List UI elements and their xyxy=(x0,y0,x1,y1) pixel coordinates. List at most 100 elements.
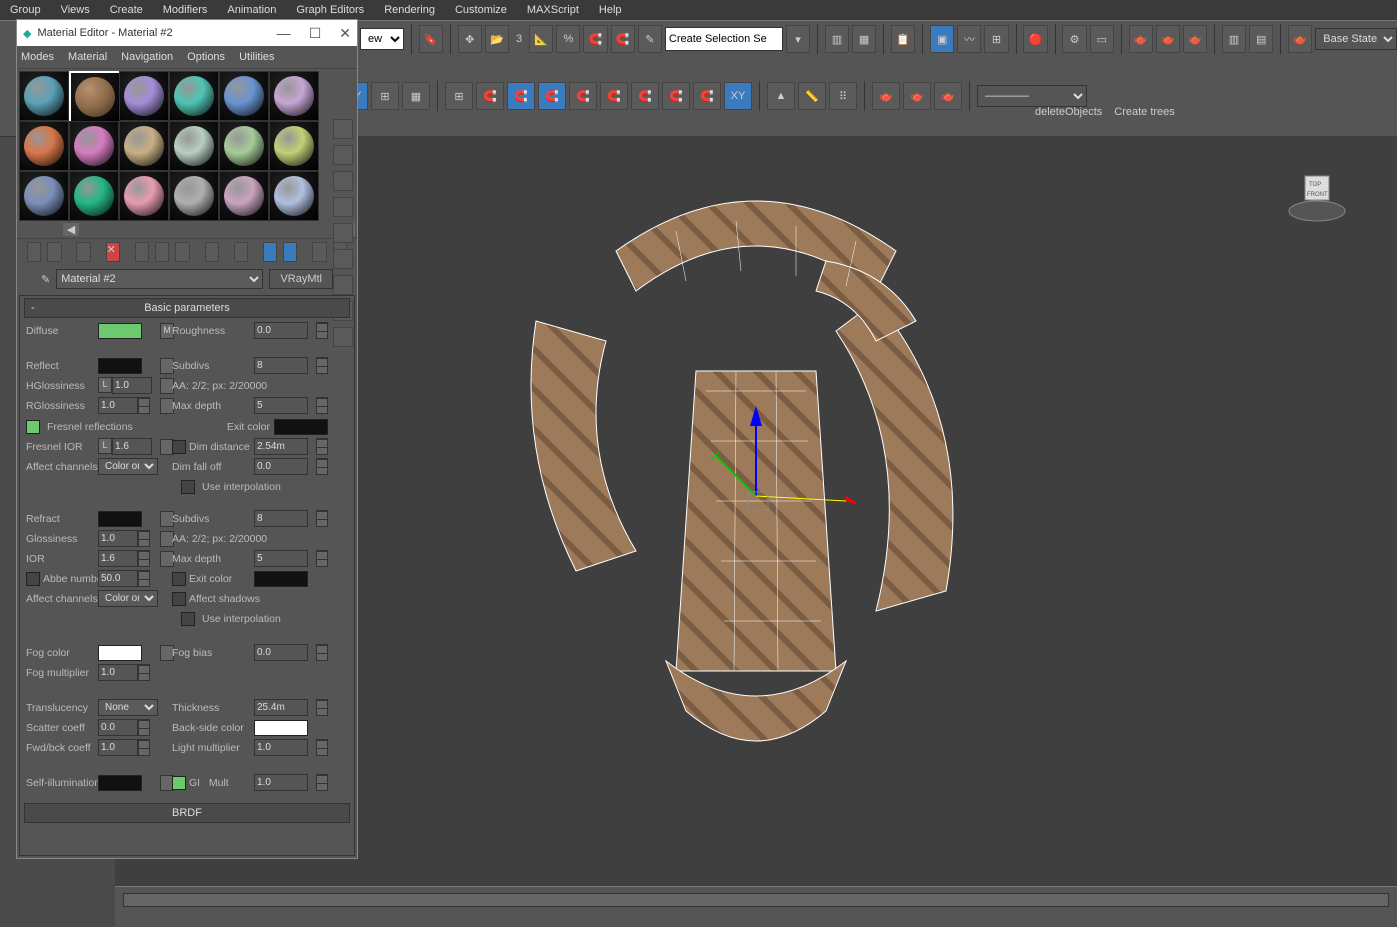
menu-modifiers[interactable]: Modifiers xyxy=(153,1,218,19)
menu-create[interactable]: Create xyxy=(100,1,153,19)
make-unique-icon[interactable] xyxy=(155,242,169,262)
snap-edge-icon[interactable]: 🧲 xyxy=(507,82,535,110)
timeline[interactable] xyxy=(115,886,1397,927)
lightmult-spinner[interactable] xyxy=(254,739,308,756)
snap-e-icon[interactable]: 🧲 xyxy=(693,82,721,110)
sample-uv-icon[interactable] xyxy=(333,197,353,217)
dots-icon[interactable]: ⠿ xyxy=(829,82,857,110)
put-to-lib-icon[interactable] xyxy=(175,242,189,262)
snap-face-icon[interactable]: 🧲 xyxy=(538,82,566,110)
script-createtrees[interactable]: Create trees xyxy=(1114,106,1175,118)
material-slot-8[interactable] xyxy=(119,121,169,171)
menu-views[interactable]: Views xyxy=(51,1,100,19)
translucency-dropdown[interactable]: None xyxy=(98,699,158,716)
tool-render-frame-icon[interactable]: ▭ xyxy=(1090,25,1114,53)
tool-bookmark-icon[interactable]: 🔖 xyxy=(419,25,443,53)
refract-color-swatch[interactable] xyxy=(98,511,142,527)
viewcube[interactable]: TOPFRONT xyxy=(1287,166,1347,226)
teapot-b-icon[interactable]: 🫖 xyxy=(903,82,931,110)
mat-id-icon[interactable] xyxy=(333,327,353,347)
menu-group[interactable]: Group xyxy=(0,1,51,19)
dimdist-spinner[interactable] xyxy=(254,438,308,455)
material-slot-9[interactable] xyxy=(169,121,219,171)
grid-icon[interactable]: ⊞ xyxy=(371,82,399,110)
snap-grid-icon[interactable]: ⊞ xyxy=(445,82,473,110)
backside-swatch[interactable] xyxy=(254,720,308,736)
tool-open-icon[interactable]: 📂 xyxy=(485,25,509,53)
material-slot-0[interactable] xyxy=(19,71,69,121)
matmenu-options[interactable]: Options xyxy=(187,51,225,63)
exitcolor-swatch[interactable] xyxy=(274,419,328,435)
roughness-spinner[interactable] xyxy=(254,322,308,339)
line-style-dropdown[interactable]: ———— xyxy=(977,85,1087,107)
tool-schematic-icon[interactable]: ⊞ xyxy=(984,25,1008,53)
material-slot-16[interactable] xyxy=(219,171,269,221)
menu-rendering[interactable]: Rendering xyxy=(374,1,445,19)
roughness-spin-buttons[interactable] xyxy=(316,322,328,339)
material-name-select[interactable]: Material #2 xyxy=(56,269,263,289)
options-icon[interactable] xyxy=(333,275,353,295)
exitcolor2-checkbox[interactable] xyxy=(172,572,186,586)
go-parent-icon[interactable] xyxy=(283,242,297,262)
reflect-color-swatch[interactable] xyxy=(98,358,142,374)
material-slot-12[interactable] xyxy=(19,171,69,221)
make-copy-icon[interactable] xyxy=(135,242,149,262)
hgloss-spinner[interactable] xyxy=(112,377,152,394)
selfillum-swatch[interactable] xyxy=(98,775,142,791)
tool-align-icon[interactable]: ▦ xyxy=(852,25,876,53)
mult-spinner[interactable] xyxy=(254,774,308,791)
tool-panel2-icon[interactable]: ▤ xyxy=(1249,25,1273,53)
tool-teapot4-icon[interactable]: 🫖 xyxy=(1288,25,1312,53)
teapot-a-icon[interactable]: 🫖 xyxy=(872,82,900,110)
tool-panel1-icon[interactable]: ▥ xyxy=(1222,25,1246,53)
snap-magnet2-icon[interactable]: 🧲 xyxy=(611,25,635,53)
mat-effects-icon[interactable] xyxy=(205,242,219,262)
state-dropdown[interactable]: Base State xyxy=(1315,28,1397,50)
diffuse-color-swatch[interactable] xyxy=(98,323,142,339)
tool-arrow-down-icon[interactable]: ▾ xyxy=(786,25,810,53)
affect-channels-dropdown[interactable]: Color only xyxy=(98,458,158,475)
fresnel-checkbox[interactable] xyxy=(26,420,40,434)
fogcolor-swatch[interactable] xyxy=(98,645,142,661)
subdivs2-spin-buttons[interactable] xyxy=(316,510,328,527)
abbe-checkbox[interactable] xyxy=(26,572,40,586)
gi-checkbox[interactable] xyxy=(172,776,186,790)
tool-edit-icon[interactable]: ✎ xyxy=(638,25,662,53)
fresnelior-spinner[interactable] xyxy=(112,438,152,455)
view-dropdown[interactable]: ew xyxy=(360,28,404,50)
fogbias-spinner[interactable] xyxy=(254,644,308,661)
abbe-spin-buttons[interactable] xyxy=(138,570,150,587)
menu-customize[interactable]: Customize xyxy=(445,1,517,19)
dimdist-spin-buttons[interactable] xyxy=(316,438,328,455)
subdivs2-spinner[interactable] xyxy=(254,510,308,527)
rollout-brdf[interactable]: BRDF xyxy=(24,803,350,823)
mult-spin-buttons[interactable] xyxy=(316,774,328,791)
material-slot-2[interactable] xyxy=(119,71,169,121)
tool-teapot3-icon[interactable]: 🫖 xyxy=(1183,25,1207,53)
maximize-icon[interactable]: ☐ xyxy=(309,25,322,42)
scatter-spinner[interactable] xyxy=(98,719,138,736)
put-to-scene-icon[interactable] xyxy=(47,242,61,262)
rgloss-spinner[interactable] xyxy=(98,397,138,414)
gloss2-spin-buttons[interactable] xyxy=(138,530,150,547)
preview-icon[interactable] xyxy=(333,249,353,269)
tool-curve-editor-icon[interactable]: 〰 xyxy=(957,25,981,53)
fwdbck-spinner[interactable] xyxy=(98,739,138,756)
menu-help[interactable]: Help xyxy=(589,1,632,19)
tool-material-icon[interactable]: 🔴 xyxy=(1023,25,1047,53)
material-slot-17[interactable] xyxy=(269,171,319,221)
material-slot-7[interactable] xyxy=(69,121,119,171)
snap-d-icon[interactable]: 🧲 xyxy=(662,82,690,110)
dimdist-checkbox[interactable] xyxy=(172,440,186,454)
go-forward-icon[interactable] xyxy=(312,242,326,262)
maxdepth-spinner[interactable] xyxy=(254,397,308,414)
snap-magnet-icon[interactable]: 🧲 xyxy=(583,25,607,53)
subdivs-spin-buttons[interactable] xyxy=(316,357,328,374)
material-slot-10[interactable] xyxy=(219,121,269,171)
lightmult-spin-buttons[interactable] xyxy=(316,739,328,756)
pick-material-icon[interactable]: ✎ xyxy=(41,273,50,286)
teapot-c-icon[interactable]: 🫖 xyxy=(934,82,962,110)
material-slot-15[interactable] xyxy=(169,171,219,221)
tool-layers-icon[interactable]: 📋 xyxy=(891,25,915,53)
show-end-result-icon[interactable] xyxy=(263,242,277,262)
